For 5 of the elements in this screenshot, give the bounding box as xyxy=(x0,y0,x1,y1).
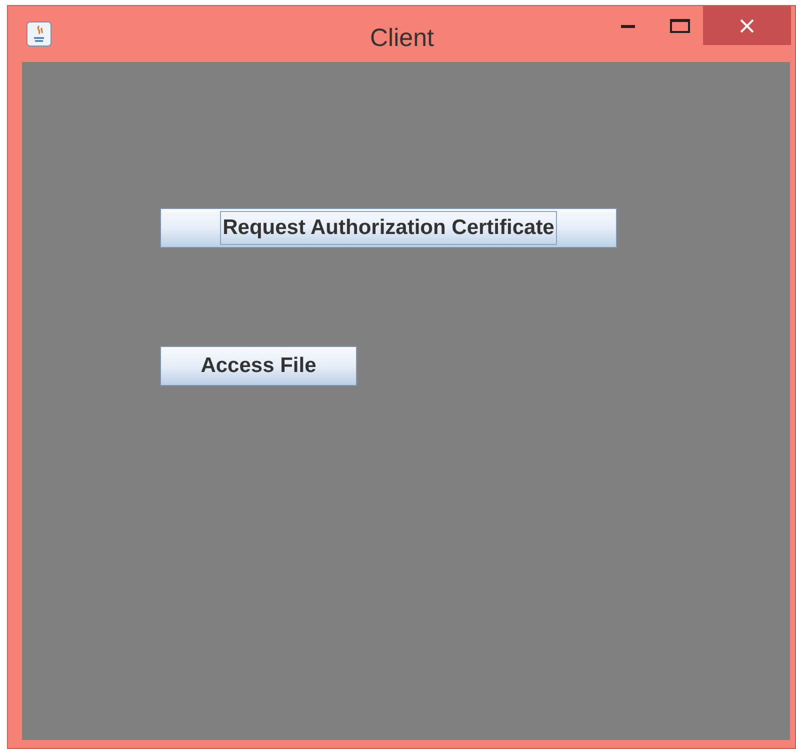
app-icon xyxy=(26,21,52,47)
close-icon xyxy=(740,18,754,32)
window-title: Client xyxy=(370,23,434,54)
action-button[interactable]: Access File xyxy=(160,346,357,386)
action-button[interactable]: Request Authorization Certificate xyxy=(160,208,617,248)
